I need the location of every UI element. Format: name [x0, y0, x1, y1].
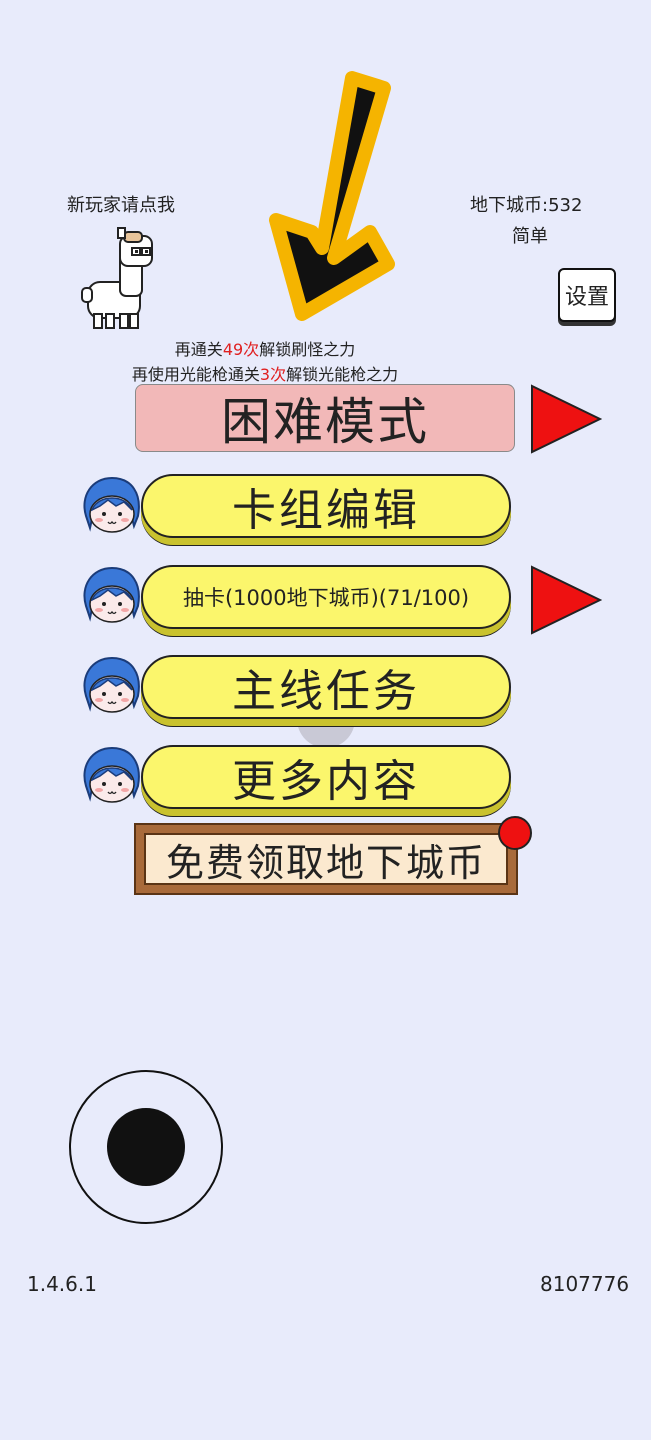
notification-dot — [498, 816, 532, 850]
draw-card-button[interactable]: 抽卡(1000地下城币)(71/100) — [141, 565, 511, 629]
version-label: 1.4.6.1 — [27, 1272, 97, 1296]
difficulty-label: 简单 — [512, 226, 548, 247]
tutorial-arrow-icon — [269, 71, 395, 321]
free-coins-label: 免费领取地下城币 — [144, 833, 508, 885]
joystick-knob[interactable] — [107, 1108, 185, 1186]
hint-1-prefix: 再通关 — [174, 340, 223, 359]
deck-edit-button[interactable]: 卡组编辑 — [141, 474, 511, 538]
newbie-guide-label[interactable]: 新玩家请点我 — [67, 191, 175, 217]
player-id-label: 8107776 — [540, 1272, 630, 1296]
face-icon — [80, 476, 142, 534]
free-coins-button[interactable]: 免费领取地下城币 — [134, 823, 518, 895]
main-quest-button[interactable]: 主线任务 — [141, 655, 511, 719]
currency-label: 地下城币:532 — [470, 195, 583, 216]
face-icon — [80, 566, 142, 624]
alpaca-icon[interactable] — [80, 226, 154, 330]
hard-mode-play-icon[interactable] — [530, 384, 602, 454]
draw-card-play-icon[interactable] — [530, 565, 602, 635]
hard-mode-button[interactable]: 困难模式 — [135, 384, 515, 452]
hint-1-count: 49次 — [222, 340, 260, 359]
settings-button[interactable]: 设置 — [558, 268, 616, 322]
unlock-hint-1: 再通关49次解锁刷怪之力 — [0, 336, 530, 360]
face-icon — [80, 746, 142, 804]
face-icon — [80, 656, 142, 714]
more-content-button[interactable]: 更多内容 — [141, 745, 511, 809]
hint-1-suffix: 解锁刷怪之力 — [259, 340, 356, 359]
